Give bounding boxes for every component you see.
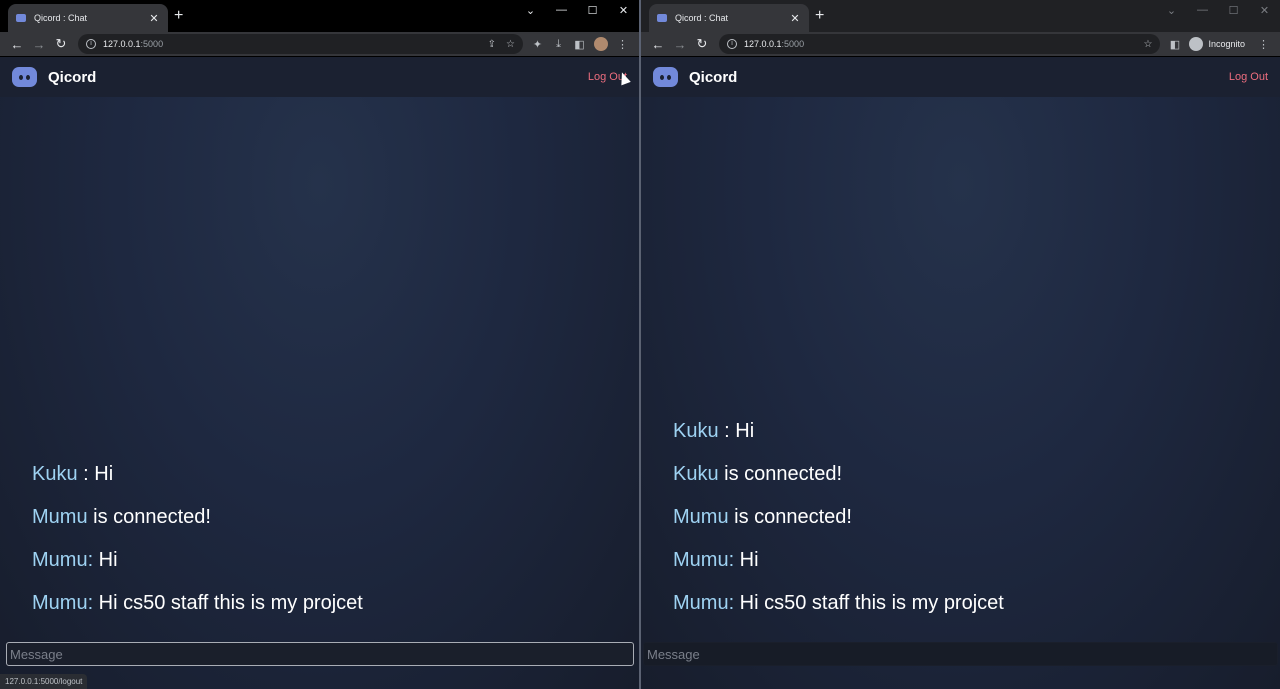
reload-icon[interactable]: ↻ [691,36,713,52]
message-text: is connected! [728,506,852,528]
close-window-icon[interactable]: ✕ [608,4,639,17]
reload-icon[interactable]: ↻ [50,36,72,52]
incognito-label: Incognito [1208,39,1245,49]
message-user: Mumu: [32,592,94,614]
logout-link[interactable]: Log Out [1229,71,1268,83]
message-user: Mumu [673,506,729,528]
url-port: :5000 [140,39,164,49]
site-info-icon[interactable]: i [86,39,96,49]
side-panel-icon[interactable]: ◧ [569,38,590,51]
close-window-icon[interactable]: ✕ [1249,4,1280,17]
message-text: : Hi [77,463,114,485]
minimize-icon[interactable]: — [1187,4,1218,17]
bookmark-star-icon[interactable]: ☆ [506,39,515,50]
forward-icon[interactable]: → [669,37,691,52]
browser-toolbar: ← → ↻ i 127.0.0.1 :5000 ☆ ◧ Incognito ⋮ [641,32,1280,56]
tab-search-icon[interactable]: ⌄ [515,4,546,17]
back-icon[interactable]: ← [6,37,28,52]
discord-favicon-icon [657,14,667,22]
message-user: Mumu [32,506,88,528]
minimize-icon[interactable]: — [546,4,577,17]
maximize-icon[interactable]: ☐ [577,4,608,17]
message-user: Mumu: [673,549,735,571]
app-navbar: Qicord Log Out [641,57,1280,97]
address-bar[interactable]: i 127.0.0.1 :5000 ⇪ ☆ [78,34,523,54]
message-text: is connected! [87,506,211,528]
share-icon[interactable]: ⇪ [488,39,496,50]
message-item: Mumu: Hi [32,539,619,582]
message-item: Kuku : Hi [32,453,619,496]
window-controls: ⌄ — ☐ ✕ [1156,4,1280,17]
message-item: Kuku : Hi [673,410,1260,453]
browser-toolbar: ← → ↻ i 127.0.0.1 :5000 ⇪ ☆ ✦ ⤓ ◧ ⋮ [0,32,639,56]
message-text: Hi [734,549,759,571]
back-icon[interactable]: ← [647,37,669,52]
message-input[interactable] [6,642,634,666]
bookmark-star-icon[interactable]: ☆ [1144,39,1153,50]
message-list: Kuku : Hi Mumu is connected! Mumu: Hi Mu… [32,453,619,625]
tab-chat[interactable]: Qicord : Chat ✕ [8,4,168,32]
message-user: Mumu: [673,592,735,614]
download-icon[interactable]: ⤓ [548,38,569,51]
discord-logo-icon[interactable] [653,67,678,87]
browser-window-right: Qicord : Chat ✕ + ⌄ — ☐ ✕ ← → ↻ i 127.0.… [641,0,1280,689]
new-tab-button[interactable]: + [174,8,183,24]
extensions-icon[interactable]: ✦ [527,38,548,51]
message-text: is connected! [718,463,843,485]
message-item: Mumu: Hi cs50 staff this is my projcet [673,582,1260,625]
message-item: Mumu is connected! [673,496,1260,539]
tab-strip: Qicord : Chat ✕ + ⌄ — ☐ ✕ [0,0,639,32]
message-item: Mumu is connected! [32,496,619,539]
message-text: Hi cs50 staff this is my projcet [93,592,363,614]
message-user: Kuku [673,420,719,442]
message-item: Mumu: Hi [673,539,1260,582]
address-bar[interactable]: i 127.0.0.1 :5000 ☆ [719,34,1161,54]
message-list: Kuku : Hi Kuku is connected! Mumu is con… [673,410,1260,625]
message-text: Hi cs50 staff this is my projcet [734,592,1004,614]
maximize-icon[interactable]: ☐ [1218,4,1249,17]
new-tab-button[interactable]: + [815,8,824,24]
url-port: :5000 [781,39,805,49]
incognito-icon [1189,37,1204,51]
message-text: : Hi [718,420,755,442]
site-info-icon[interactable]: i [727,39,737,49]
message-item: Mumu: Hi cs50 staff this is my projcet [32,582,619,625]
tab-chat[interactable]: Qicord : Chat ✕ [649,4,809,32]
tab-title: Qicord : Chat [675,13,729,23]
forward-icon[interactable]: → [28,37,50,52]
app-navbar: Qicord Log Out [0,57,639,97]
profile-avatar[interactable] [594,37,608,51]
message-user: Kuku [673,463,719,485]
tab-search-icon[interactable]: ⌄ [1156,4,1187,17]
menu-icon[interactable]: ⋮ [1253,38,1274,51]
incognito-badge[interactable]: Incognito [1189,37,1245,51]
side-panel-icon[interactable]: ◧ [1164,38,1185,51]
tab-title: Qicord : Chat [34,13,88,23]
message-text: Hi [93,549,118,571]
url-host: 127.0.0.1 [744,39,782,49]
brand-name[interactable]: Qicord [48,69,96,86]
message-user: Kuku [32,463,78,485]
tab-strip: Qicord : Chat ✕ + ⌄ — ☐ ✕ [641,0,1280,32]
menu-icon[interactable]: ⋮ [612,38,633,51]
discord-favicon-icon [16,14,26,22]
chat-page: Qicord Log Out Kuku : Hi Mumu is connect… [0,57,639,689]
url-host: 127.0.0.1 [103,39,141,49]
window-controls: ⌄ — ☐ ✕ [515,4,639,17]
chat-page: Qicord Log Out Kuku : Hi Kuku is connect… [641,57,1280,689]
status-bar-url: 127.0.0.1:5000/logout [0,674,88,689]
brand-name[interactable]: Qicord [689,69,737,86]
close-tab-icon[interactable]: ✕ [789,12,801,25]
browser-window-left: Qicord : Chat ✕ + ⌄ — ☐ ✕ ← → ↻ i 127.0.… [0,0,639,689]
message-item: Kuku is connected! [673,453,1260,496]
message-input[interactable] [643,642,1278,666]
close-tab-icon[interactable]: ✕ [148,12,160,25]
discord-logo-icon[interactable] [12,67,37,87]
message-user: Mumu: [32,549,94,571]
